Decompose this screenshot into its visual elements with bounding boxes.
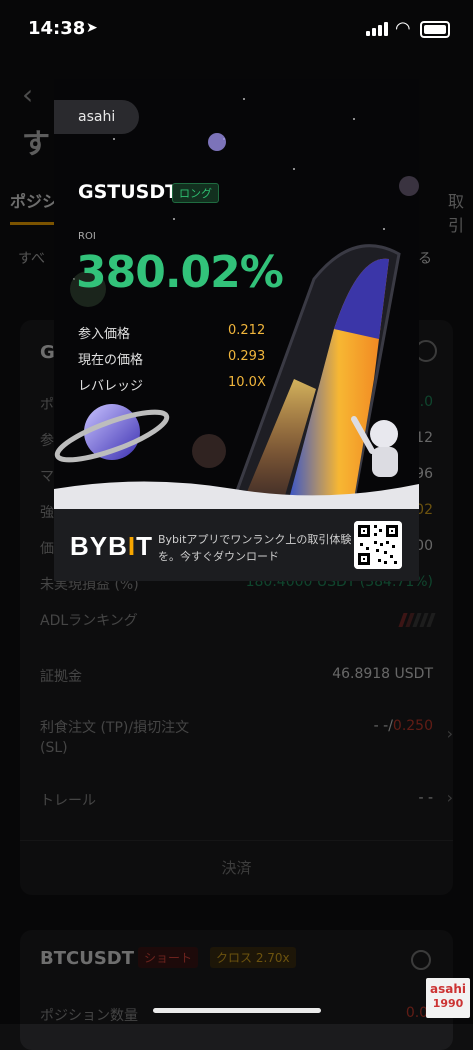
status-time: 14:38 bbox=[28, 18, 86, 39]
promo-text: Bybitアプリでワンランク上の取引体験を。今すぐダウンロード bbox=[158, 533, 352, 563]
watermark-logo: asahi 1990 bbox=[426, 978, 470, 1018]
stat-label: 参入価格 bbox=[78, 327, 131, 342]
signal-icon bbox=[366, 22, 388, 36]
qr-code-icon bbox=[354, 521, 402, 569]
roi-label: ROI bbox=[78, 231, 96, 242]
stat-value: 0.212 bbox=[228, 323, 266, 338]
share-card-footer: BYBIT Bybitアプリでワンランク上の取引体験を。今すぐダウンロード bbox=[54, 509, 419, 581]
watermark-line1: asahi bbox=[430, 982, 466, 996]
username-pill: asahi bbox=[54, 100, 140, 134]
stat-value: 0.293 bbox=[228, 349, 266, 364]
stat-value: 10.0X bbox=[228, 375, 266, 390]
pnl-share-card: asahi GSTUSDT ロング ROI 380.02% 参入価格 0.212… bbox=[54, 79, 419, 581]
battery-icon bbox=[420, 21, 450, 38]
bybit-logo: BYBIT bbox=[70, 531, 154, 561]
wifi-icon: ◠ bbox=[395, 18, 411, 39]
long-badge: ロング bbox=[172, 183, 219, 203]
roi-value: 380.02% bbox=[76, 247, 284, 298]
stat-row: レバレッジ 10.0X bbox=[78, 375, 278, 395]
stat-row: 現在の価格 0.293 bbox=[78, 349, 278, 369]
stat-label: 現在の価格 bbox=[78, 353, 144, 368]
stat-row: 参入価格 0.212 bbox=[78, 323, 278, 343]
watermark-line2: 1990 bbox=[432, 997, 464, 1010]
trading-pair: GSTUSDT bbox=[78, 181, 179, 203]
home-indicator[interactable] bbox=[153, 1008, 321, 1013]
location-icon: ➤ bbox=[86, 20, 98, 36]
status-bar: 14:38 ➤ ◠ bbox=[0, 0, 473, 60]
stat-label: レバレッジ bbox=[78, 379, 144, 394]
